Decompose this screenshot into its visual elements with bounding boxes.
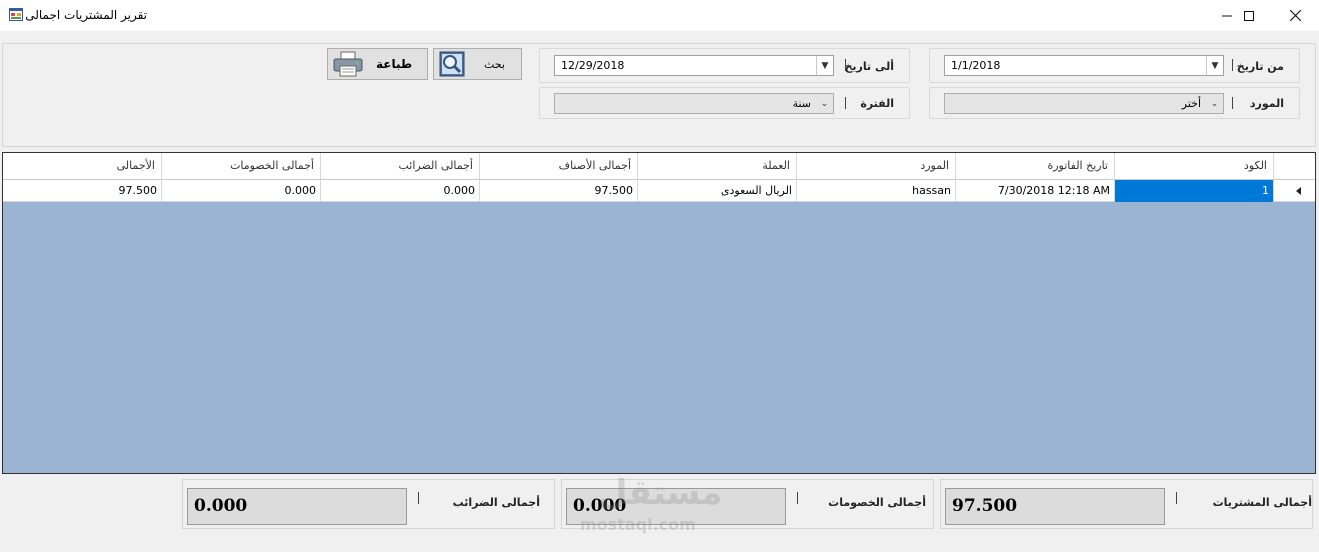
column-header-items-total[interactable]: أجمالى الأصناف bbox=[480, 153, 638, 180]
grid-header: الكود تاريخ الفاتورة المورد العملة أجمال… bbox=[3, 153, 1315, 180]
column-header-supplier[interactable]: المورد bbox=[797, 153, 956, 180]
total-purchases-group: أجمالى المشتريات 97.500 bbox=[940, 479, 1313, 529]
total-discounts-value: 0.000 bbox=[566, 488, 786, 525]
form-client-area: من تاريخ 1/1/2018 ▼ ألى تاريخ 12/29/2018… bbox=[0, 31, 1319, 552]
from-date-group: من تاريخ 1/1/2018 ▼ bbox=[929, 48, 1300, 83]
separator bbox=[797, 492, 798, 504]
chevron-down-icon[interactable]: ⌄ bbox=[1206, 94, 1223, 113]
period-group: الفترة سنة ⌄ bbox=[539, 87, 910, 119]
total-purchases-value: 97.500 bbox=[945, 488, 1165, 525]
from-date-label: من تاريخ bbox=[1236, 60, 1284, 73]
column-header-discount-total[interactable]: أجمالى الخصومات bbox=[162, 153, 321, 180]
from-date-picker[interactable]: 1/1/2018 ▼ bbox=[944, 55, 1224, 76]
period-select[interactable]: سنة ⌄ bbox=[554, 93, 834, 114]
separator bbox=[1176, 492, 1177, 504]
window-title: تقرير المشتريات اجمالى bbox=[25, 8, 147, 22]
chevron-down-icon[interactable]: ▼ bbox=[816, 56, 833, 75]
purchases-grid[interactable]: الكود تاريخ الفاتورة المورد العملة أجمال… bbox=[2, 152, 1316, 474]
total-taxes-value: 0.000 bbox=[187, 488, 407, 525]
printer-icon bbox=[333, 51, 363, 77]
current-row-arrow-icon bbox=[1296, 187, 1301, 195]
supplier-select[interactable]: أختر ⌄ bbox=[944, 93, 1224, 114]
column-header-invoice-date[interactable]: تاريخ الفاتورة bbox=[956, 153, 1115, 180]
app-icon bbox=[9, 8, 23, 21]
total-taxes-group: أجمالى الضرائب 0.000 bbox=[182, 479, 555, 529]
separator bbox=[1232, 59, 1233, 71]
search-button[interactable]: بحث bbox=[433, 48, 522, 80]
total-discounts-group: أجمالى الخصومات 0.000 bbox=[561, 479, 934, 529]
separator bbox=[418, 492, 419, 504]
supplier-select-value: أختر bbox=[1181, 97, 1201, 110]
chevron-down-icon[interactable]: ⌄ bbox=[816, 94, 833, 113]
total-discounts-label: أجمالى الخصومات bbox=[828, 496, 926, 509]
to-date-value: 12/29/2018 bbox=[561, 59, 625, 72]
search-button-label: بحث bbox=[484, 58, 505, 71]
column-header-tax-total[interactable]: أجمالى الضرائب bbox=[321, 153, 480, 180]
row-selector[interactable] bbox=[1274, 180, 1315, 202]
maximize-icon[interactable] bbox=[1226, 0, 1272, 31]
column-header-code[interactable]: الكود bbox=[1115, 153, 1274, 180]
to-date-picker[interactable]: 12/29/2018 ▼ bbox=[554, 55, 834, 76]
row-header-corner bbox=[1274, 153, 1315, 180]
cell-invoice-date[interactable]: 7/30/2018 12:18 AM bbox=[956, 180, 1115, 202]
close-icon[interactable] bbox=[1272, 0, 1318, 31]
title-bar: تقرير المشتريات اجمالى bbox=[0, 0, 1319, 31]
total-taxes-label: أجمالى الضرائب bbox=[452, 496, 540, 509]
cell-tax-total[interactable]: 0.000 bbox=[321, 180, 480, 202]
cell-discount-total[interactable]: 0.000 bbox=[162, 180, 321, 202]
separator bbox=[845, 59, 846, 71]
cell-code[interactable]: 1 bbox=[1115, 180, 1274, 202]
cell-currency[interactable]: الريال السعودى bbox=[638, 180, 797, 202]
cell-supplier[interactable]: hassan bbox=[797, 180, 956, 202]
supplier-group: المورد أختر ⌄ bbox=[929, 87, 1300, 119]
total-purchases-label: أجمالى المشتريات bbox=[1212, 496, 1312, 509]
cell-items-total[interactable]: 97.500 bbox=[480, 180, 638, 202]
separator bbox=[1232, 97, 1233, 109]
period-label: الفترة bbox=[860, 97, 894, 110]
cell-grand-total[interactable]: 97.500 bbox=[3, 180, 162, 202]
search-icon bbox=[439, 51, 465, 77]
print-button-label: طباعة bbox=[376, 57, 413, 71]
supplier-label: المورد bbox=[1249, 97, 1284, 110]
period-select-value: سنة bbox=[792, 97, 811, 110]
from-date-value: 1/1/2018 bbox=[951, 59, 1001, 72]
column-header-currency[interactable]: العملة bbox=[638, 153, 797, 180]
separator bbox=[845, 97, 846, 109]
chevron-down-icon[interactable]: ▼ bbox=[1206, 56, 1223, 75]
to-date-label: ألى تاريخ bbox=[844, 60, 894, 73]
to-date-group: ألى تاريخ 12/29/2018 ▼ bbox=[539, 48, 910, 83]
table-row[interactable]: 1 7/30/2018 12:18 AM hassan الريال السعو… bbox=[3, 180, 1315, 202]
filter-panel: من تاريخ 1/1/2018 ▼ ألى تاريخ 12/29/2018… bbox=[2, 43, 1316, 147]
column-header-grand-total[interactable]: الأجمالى bbox=[3, 153, 162, 180]
print-button[interactable]: طباعة bbox=[327, 48, 428, 80]
